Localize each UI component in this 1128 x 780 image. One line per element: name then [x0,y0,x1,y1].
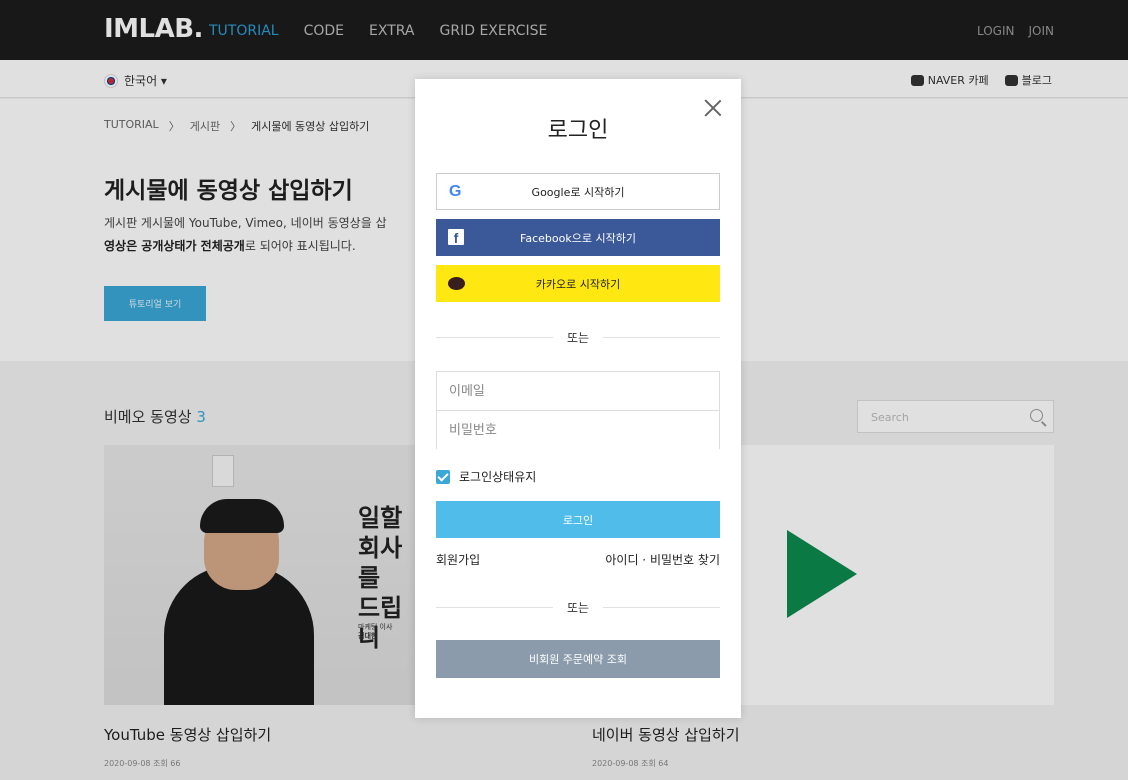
kakao-login-button[interactable]: 카카오로 시작하기 [436,265,720,302]
or-label: 또는 [566,330,590,345]
signup-link[interactable]: 회원가입 [436,551,480,568]
google-login-label: Google로 시작하기 [531,185,625,199]
divider-line [436,336,553,338]
divider-line [603,606,720,608]
facebook-login-button[interactable]: f Facebook으로 시작하기 [436,219,720,256]
google-login-button[interactable]: G Google로 시작하기 [436,173,720,210]
kakao-chat-icon [448,277,465,290]
divider-line [603,336,720,338]
find-account-link[interactable]: 아이디 · 비밀번호 찾기 [605,551,720,568]
kakao-login-label: 카카오로 시작하기 [535,277,621,291]
divider-line [436,606,553,608]
google-icon: G [449,183,462,200]
login-button[interactable]: 로그인 [436,501,720,538]
password-field[interactable] [437,411,719,449]
or-label: 또는 [566,600,590,615]
or-divider: 또는 [436,329,720,345]
login-modal: 로그인 G Google로 시작하기 f Facebook으로 시작하기 카카오… [415,79,741,718]
guest-order-button[interactable]: 비회원 주문예약 조회 [436,640,720,678]
facebook-icon: f [448,229,464,246]
facebook-login-label: Facebook으로 시작하기 [520,231,636,245]
or-divider: 또는 [436,599,720,615]
login-form [436,371,720,449]
keep-login-checkbox[interactable]: 로그인상태유지 [436,468,536,485]
modal-title: 로그인 [547,118,609,143]
close-icon[interactable] [704,99,722,117]
checkbox-checked-icon[interactable] [436,469,450,484]
keep-login-label: 로그인상태유지 [459,470,537,484]
email-field[interactable] [437,372,719,410]
